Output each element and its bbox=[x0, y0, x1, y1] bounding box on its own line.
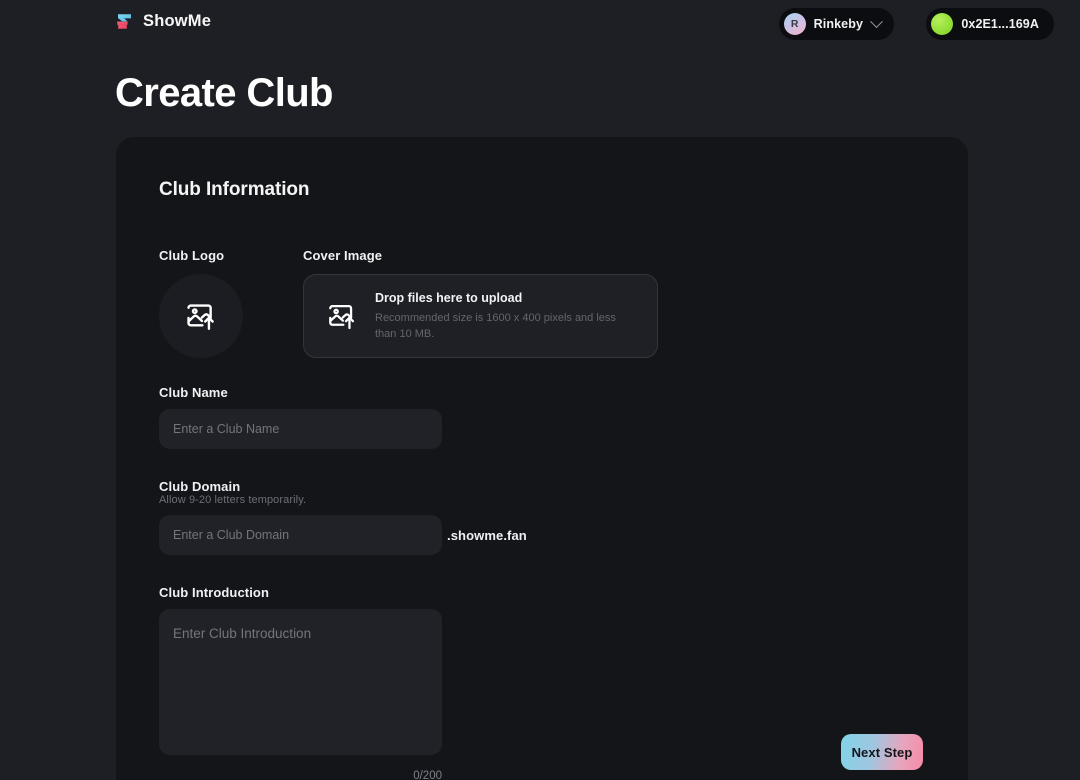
character-counter: 0/200 bbox=[413, 770, 442, 780]
club-domain-row: .showme.fan bbox=[159, 506, 527, 555]
club-name-field: Club Name bbox=[159, 385, 442, 449]
cover-image-label: Cover Image bbox=[303, 248, 383, 263]
club-name-input[interactable] bbox=[159, 409, 442, 449]
club-introduction-field: Club Introduction 0/200 bbox=[159, 585, 442, 780]
dropzone-subtitle: Recommended size is 1600 x 400 pixels an… bbox=[375, 311, 616, 340]
card-title: Club Information bbox=[159, 179, 310, 200]
chevron-down-icon bbox=[870, 14, 883, 28]
wallet-address: 0x2E1...169A bbox=[961, 17, 1039, 31]
club-introduction-label: Club Introduction bbox=[159, 585, 270, 600]
dropzone-text: Drop files here to upload Recommended si… bbox=[375, 291, 645, 342]
green-status-dot-icon bbox=[931, 13, 954, 35]
showme-s-logo-icon bbox=[114, 11, 135, 32]
club-logo-label: Club Logo bbox=[159, 248, 225, 263]
network-avatar: R bbox=[783, 13, 806, 35]
top-bar: ShowMe R Rinkeby 0x2E1...169A bbox=[0, 0, 1080, 48]
club-introduction-textarea[interactable] bbox=[159, 609, 442, 755]
next-step-button[interactable]: Next Step bbox=[841, 734, 923, 770]
club-information-card: Club Information Club Logo Cover Image D… bbox=[116, 137, 968, 780]
club-domain-hint: Allow 9-20 letters temporarily. bbox=[159, 494, 307, 506]
club-domain-input[interactable] bbox=[159, 515, 442, 555]
cover-image-dropzone[interactable]: Drop files here to upload Recommended si… bbox=[303, 274, 658, 358]
club-domain-label: Club Domain bbox=[159, 479, 241, 494]
network-selector[interactable]: R Rinkeby bbox=[778, 8, 894, 40]
wallet-address-pill[interactable]: 0x2E1...169A bbox=[926, 8, 1054, 40]
image-upload-icon bbox=[326, 300, 358, 332]
page-title: Create Club bbox=[115, 71, 334, 115]
club-domain-suffix: .showme.fan bbox=[447, 527, 527, 543]
app-root: ShowMe R Rinkeby 0x2E1...169A Create Clu… bbox=[0, 0, 1080, 780]
network-label: Rinkeby bbox=[813, 17, 863, 31]
club-logo-upload[interactable] bbox=[159, 274, 243, 358]
club-name-label: Club Name bbox=[159, 385, 228, 400]
brand-name: ShowMe bbox=[143, 12, 212, 30]
club-domain-field: Club Domain Allow 9-20 letters temporari… bbox=[159, 479, 527, 555]
dropzone-title: Drop files here to upload bbox=[375, 290, 523, 305]
brand-logo[interactable]: ShowMe bbox=[114, 11, 211, 32]
image-upload-icon bbox=[184, 299, 218, 333]
